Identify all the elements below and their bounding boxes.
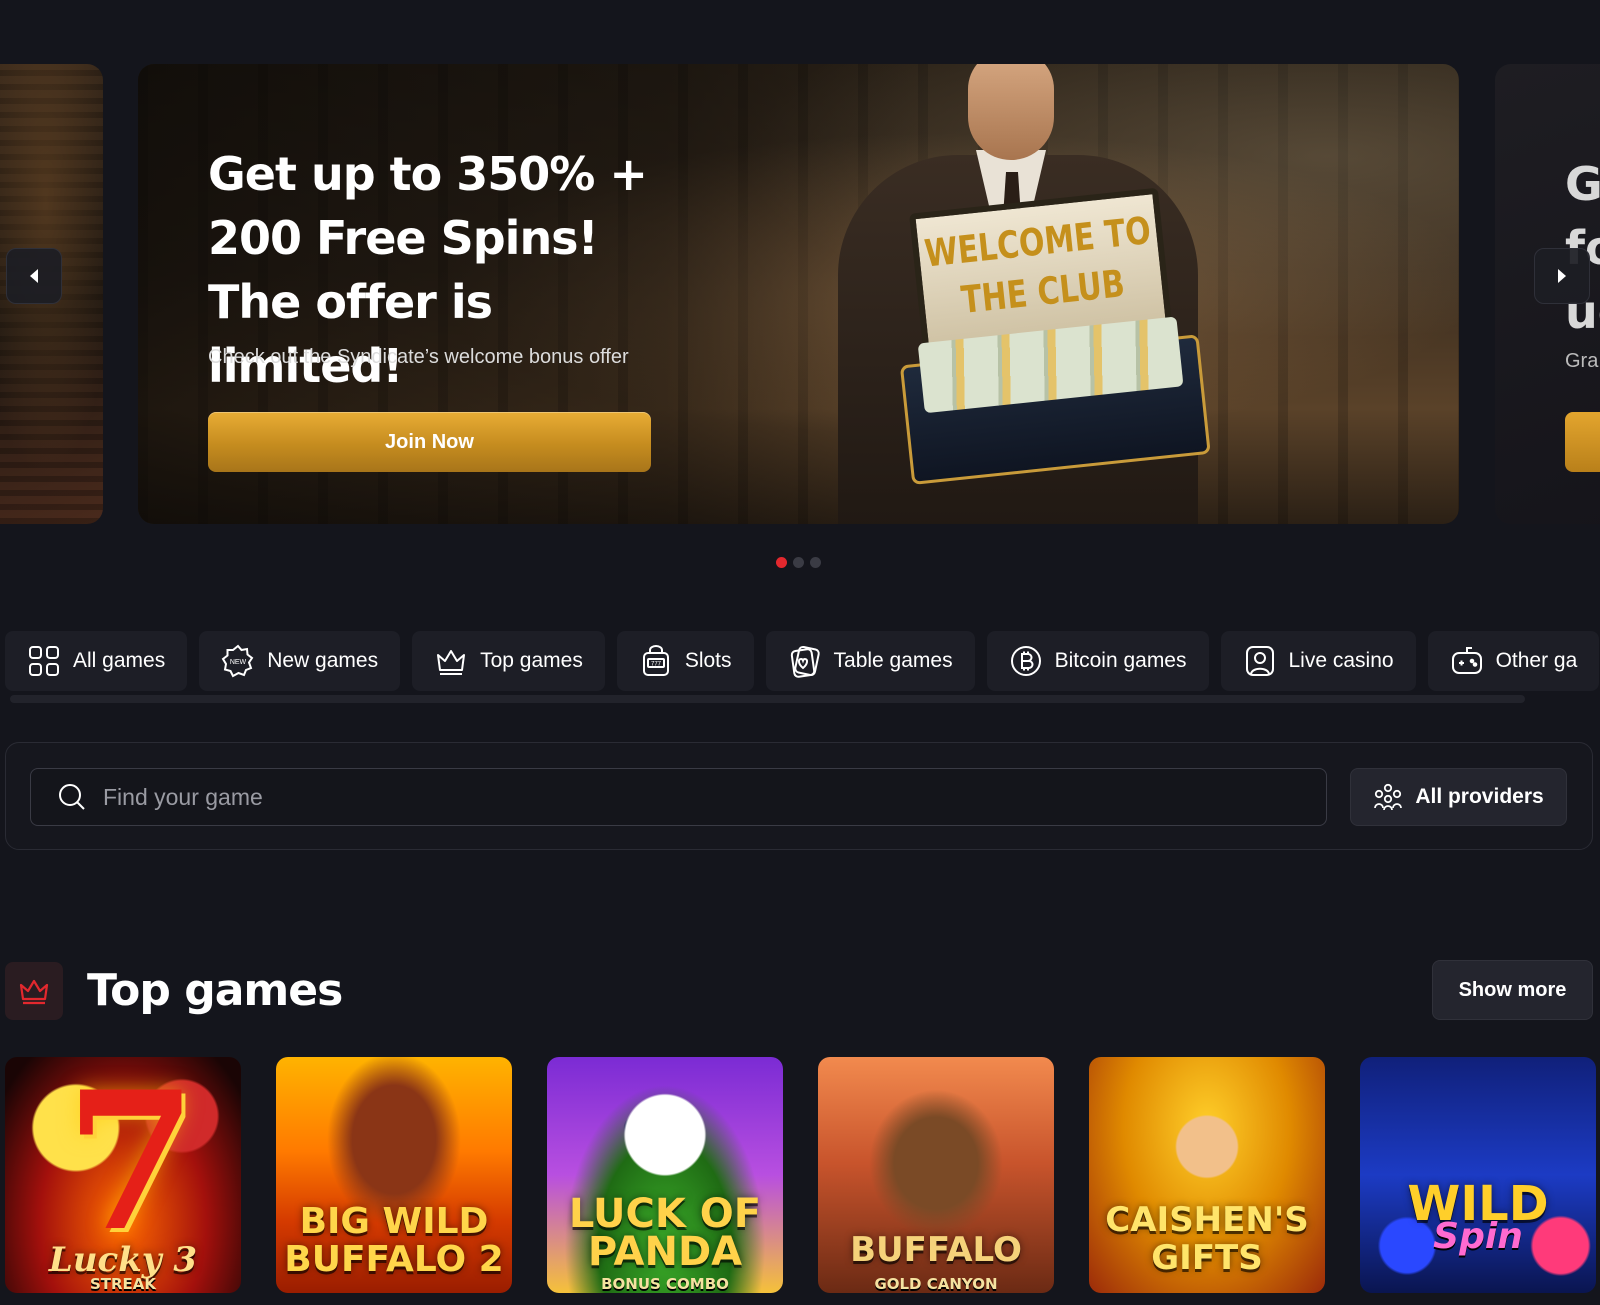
tab-label: Top games (480, 649, 583, 672)
top-games-list: 7 Lucky 3 STREAK BIG WILD BUFFALO 2 LUCK… (5, 1057, 1596, 1293)
game-tile[interactable]: BIG WILD BUFFALO 2 (276, 1057, 512, 1293)
game-subtitle: GOLD CANYON (874, 1275, 998, 1293)
tab-label: All games (73, 649, 166, 672)
carousel-pagination (776, 557, 821, 568)
tab-bitcoin-games[interactable]: Bitcoin games (986, 631, 1209, 691)
game-title: Lucky 3 (48, 1240, 198, 1280)
tabs-scrollbar[interactable] (10, 695, 1525, 703)
section-title: Top games (87, 965, 343, 1016)
tab-label: Table games (833, 649, 953, 672)
all-providers-button[interactable]: All providers (1350, 768, 1567, 826)
next-slide-subtitle: Gra (1565, 350, 1599, 372)
tab-label: New games (267, 649, 379, 672)
user-portrait-icon (1245, 646, 1274, 676)
join-now-button[interactable]: Join Now (208, 412, 651, 472)
search-box[interactable] (30, 768, 1327, 826)
tab-label: Slots (684, 649, 732, 672)
carousel-slide-active: WELCOME TO THE CLUB Get up to 350% + 200… (138, 64, 1459, 524)
tab-other-games[interactable]: Other ga (1427, 631, 1600, 691)
game-title: LUCK OF PANDA (568, 1191, 762, 1275)
tab-label: Other ga (1495, 649, 1578, 672)
crown-icon (19, 979, 49, 1005)
seven-graphic: 7 (65, 1057, 198, 1273)
search-panel: All providers (5, 742, 1593, 850)
game-thumbnail (1360, 1057, 1596, 1293)
game-title: BUFFALO (850, 1230, 1022, 1270)
hero-subtitle: Check out the Syndicate’s welcome bonus … (208, 346, 629, 368)
game-tile[interactable]: CAISHEN'S GIFTS (1089, 1057, 1325, 1293)
grid-icon (29, 646, 59, 676)
caret-left-icon (30, 269, 38, 283)
tab-slots[interactable]: 777 Slots (616, 631, 754, 691)
game-tile[interactable]: 7 Lucky 3 STREAK (5, 1057, 241, 1293)
next-slide-button (1565, 412, 1600, 472)
search-input[interactable] (103, 783, 1326, 811)
top-games-header: Top games Show more (5, 960, 1593, 1020)
search-icon (59, 784, 85, 810)
providers-icon (1374, 783, 1403, 811)
game-tile[interactable]: BUFFALO GOLD CANYON (818, 1057, 1054, 1293)
all-providers-label: All providers (1415, 785, 1544, 808)
carousel-prev-button[interactable] (6, 248, 62, 304)
carousel-dot-1[interactable] (776, 557, 787, 568)
tab-label: Live casino (1288, 649, 1394, 672)
category-tabs: All games NEW New games Top games 777 Sl… (5, 631, 1600, 691)
promo-carousel: WELCOME TO THE CLUB Get up to 350% + 200… (0, 0, 1600, 580)
hero-illustration: WELCOME TO THE CLUB (788, 64, 1288, 524)
tab-table-games[interactable]: Table games (765, 631, 975, 691)
card-heart-icon (790, 645, 820, 678)
tab-all-games[interactable]: All games (5, 631, 188, 691)
game-title: BIG WILD BUFFALO 2 (284, 1201, 504, 1280)
carousel-dot-3[interactable] (810, 557, 821, 568)
tab-new-games[interactable]: NEW New games (199, 631, 401, 691)
game-title: CAISHEN'S GIFTS (1105, 1200, 1309, 1278)
gamepad-icon (1451, 647, 1482, 674)
game-tile[interactable]: WILD Spin (1360, 1057, 1596, 1293)
game-tile[interactable]: LUCK OF PANDA BONUS COMBO (547, 1057, 783, 1293)
game-subtitle: BONUS COMBO (601, 1275, 729, 1293)
caret-right-icon (1558, 269, 1566, 283)
slot-machine-icon: 777 (642, 645, 669, 676)
carousel-next-button[interactable] (1534, 248, 1590, 304)
svg-text:NEW: NEW (230, 659, 247, 666)
tab-live-casino[interactable]: Live casino (1220, 631, 1416, 691)
top-games-badge (5, 962, 63, 1020)
tab-label: Bitcoin games (1054, 649, 1187, 672)
new-badge-icon: NEW (221, 644, 254, 678)
tab-top-games[interactable]: Top games (412, 631, 605, 691)
carousel-dot-2[interactable] (793, 557, 804, 568)
game-subtitle: Spin (1433, 1216, 1523, 1257)
crown-icon (437, 650, 466, 675)
game-subtitle: STREAK (89, 1275, 157, 1293)
show-more-button[interactable]: Show more (1432, 960, 1593, 1020)
briefcase-text: WELCOME TO THE CLUB (922, 209, 1153, 323)
bitcoin-icon (1010, 646, 1041, 676)
briefcase-illustration: WELCOME TO THE CLUB (884, 185, 1212, 495)
svg-text:777: 777 (651, 662, 662, 668)
